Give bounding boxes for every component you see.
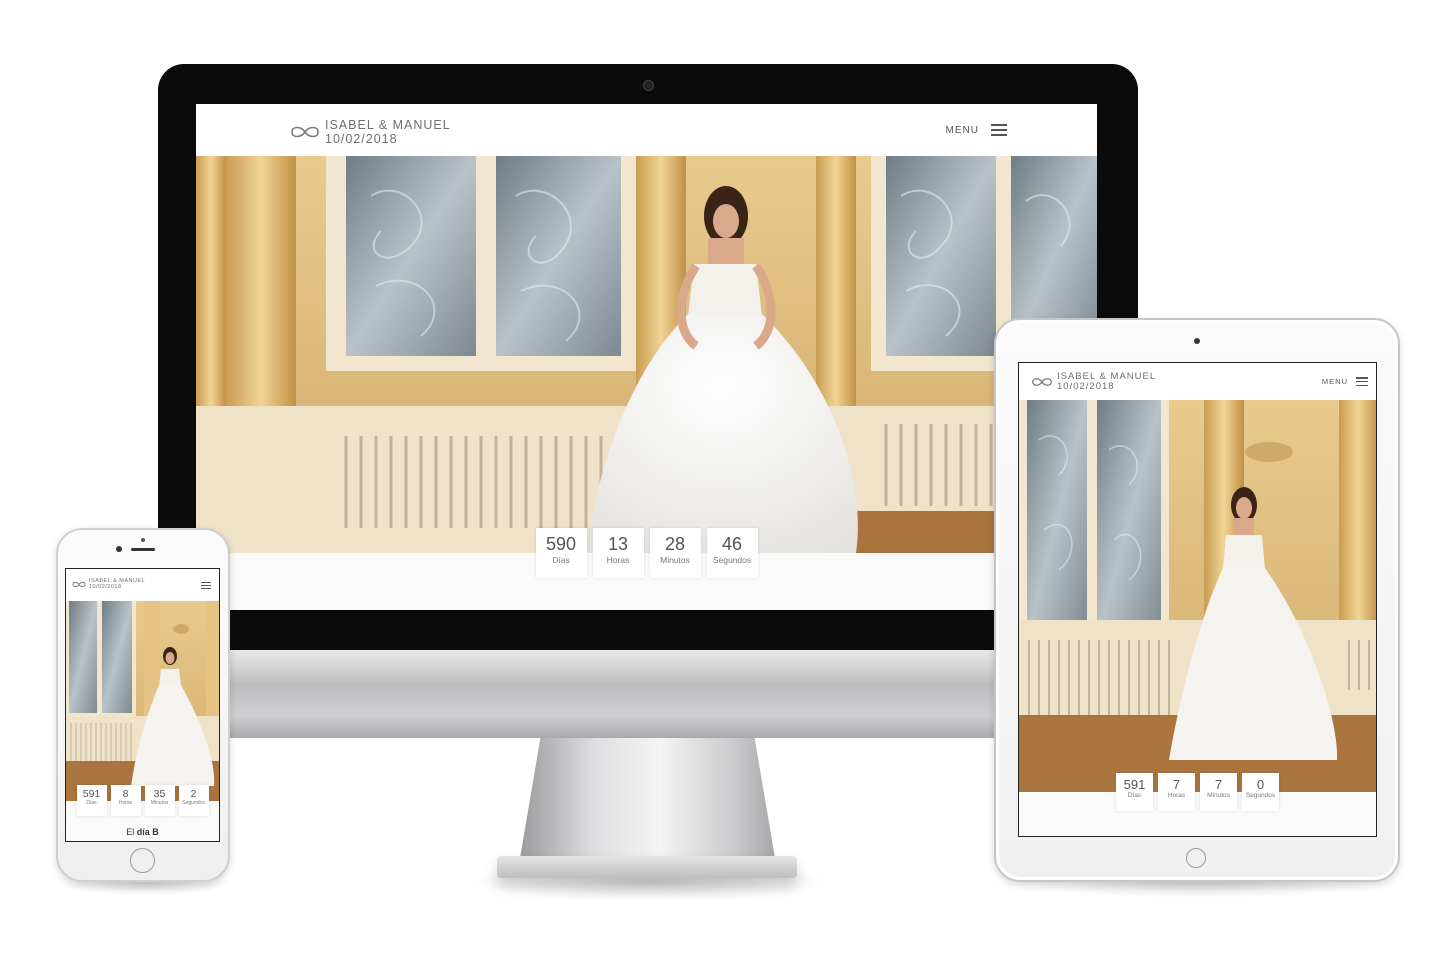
countdown-value: 46 <box>721 534 743 554</box>
site-date: 10/02/2018 <box>1057 380 1115 392</box>
countdown-label: Minutos <box>660 555 690 565</box>
menu-label: MENU <box>945 124 979 136</box>
countdown-days: 591 Días <box>1116 773 1153 811</box>
countdown-label: Segundos <box>1245 792 1276 799</box>
site-date: 10/02/2018 <box>89 583 122 590</box>
tablet-camera <box>1194 338 1200 344</box>
monitor-camera <box>643 80 654 91</box>
countdown-seconds: 0 Segundos <box>1242 773 1279 811</box>
countdown-label: Segundos <box>712 555 752 565</box>
countdown-seconds: 46 Segundos <box>706 528 758 578</box>
tablet-home-button[interactable] <box>1186 848 1206 868</box>
countdown-label: Horas <box>118 800 133 806</box>
bride-photo <box>196 156 1097 553</box>
countdown-label: Horas <box>606 555 630 565</box>
hero-image <box>1019 400 1376 792</box>
countdown: 591 Días 8 Horas 35 Minutos 2 Segundos <box>66 785 219 816</box>
menu-button[interactable]: MENU <box>946 124 1007 136</box>
countdown-value: 591 <box>1123 777 1146 792</box>
site-header: ISABEL & MANUEL 10/02/2018 MENU <box>1019 363 1376 400</box>
site-date: 10/02/2018 <box>325 131 398 146</box>
desktop-website-screen: ISABEL & MANUEL 10/02/2018 MENU 590 Días… <box>196 104 1097 610</box>
countdown-value: 591 <box>82 788 101 800</box>
phone-speaker <box>131 548 155 551</box>
countdown-value: 7 <box>1214 777 1223 792</box>
countdown-value: 590 <box>545 534 577 554</box>
countdown-value: 8 <box>122 788 129 800</box>
countdown: 590 Días 13 Horas 28 Minutos 46 Segundos <box>196 528 1097 578</box>
countdown-label: Segundos <box>182 800 205 806</box>
countdown-value: 28 <box>664 534 686 554</box>
countdown-label: Días <box>86 800 97 806</box>
section-heading: El día B <box>66 827 219 837</box>
menu-label: MENU <box>1321 377 1348 386</box>
hamburger-icon <box>201 582 211 589</box>
countdown-value: 35 <box>153 788 166 800</box>
countdown-label: Días <box>552 555 570 565</box>
tablet-website-screen: ISABEL & MANUEL 10/02/2018 MENU 591 Días… <box>1018 362 1377 837</box>
countdown-days: 590 Días <box>535 528 587 578</box>
countdown-value: 7 <box>1172 777 1181 792</box>
heading-bold: día B <box>136 827 159 837</box>
heading-prefix: El <box>126 827 135 837</box>
phone-camera <box>116 546 122 552</box>
countdown-label: Días <box>1127 792 1142 799</box>
countdown-days: 591 Días <box>76 785 107 816</box>
monitor-base <box>497 856 797 878</box>
site-header: ISABEL & MANUEL 10/02/2018 <box>66 569 219 601</box>
phone-sensor <box>141 538 145 542</box>
countdown-label: Minutos <box>1207 792 1230 799</box>
countdown: 591 Días 7 Horas 7 Minutos 0 Segundos <box>1019 773 1376 811</box>
menu-button[interactable]: MENU <box>1322 377 1368 386</box>
countdown-value: 13 <box>607 534 629 554</box>
countdown-label: Minutos <box>150 800 169 806</box>
bride-photo <box>1019 400 1376 792</box>
infinity-icon <box>72 581 86 588</box>
hero-image <box>66 601 219 801</box>
countdown-value: 2 <box>190 788 197 800</box>
countdown-hours: 13 Horas <box>592 528 644 578</box>
countdown-minutes: 35 Minutos <box>144 785 175 816</box>
countdown-minutes: 28 Minutos <box>649 528 701 578</box>
bride-photo <box>66 601 219 801</box>
phone-website-screen: ISABEL & MANUEL 10/02/2018 591 Días 8 Ho… <box>65 568 220 842</box>
monitor-stand <box>520 738 775 858</box>
phone-home-button[interactable] <box>130 848 155 873</box>
site-header: ISABEL & MANUEL 10/02/2018 MENU <box>196 104 1097 156</box>
site-title: ISABEL & MANUEL <box>325 118 451 132</box>
countdown-seconds: 2 Segundos <box>178 785 209 816</box>
countdown-hours: 7 Horas <box>1158 773 1195 811</box>
monitor-chin <box>158 650 1138 738</box>
infinity-icon <box>1032 377 1052 386</box>
countdown-value: 0 <box>1256 777 1265 792</box>
infinity-icon <box>291 126 319 138</box>
site-logo[interactable]: ISABEL & MANUEL 10/02/2018 <box>72 578 145 590</box>
countdown-minutes: 7 Minutos <box>1200 773 1237 811</box>
countdown-hours: 8 Horas <box>110 785 141 816</box>
site-logo[interactable]: ISABEL & MANUEL 10/02/2018 <box>290 119 451 145</box>
menu-button[interactable] <box>201 582 211 589</box>
hamburger-icon <box>1356 377 1368 386</box>
site-logo[interactable]: ISABEL & MANUEL 10/02/2018 <box>1031 372 1156 391</box>
hamburger-icon <box>991 124 1007 136</box>
hero-image <box>196 156 1097 553</box>
countdown-label: Horas <box>1167 792 1186 799</box>
